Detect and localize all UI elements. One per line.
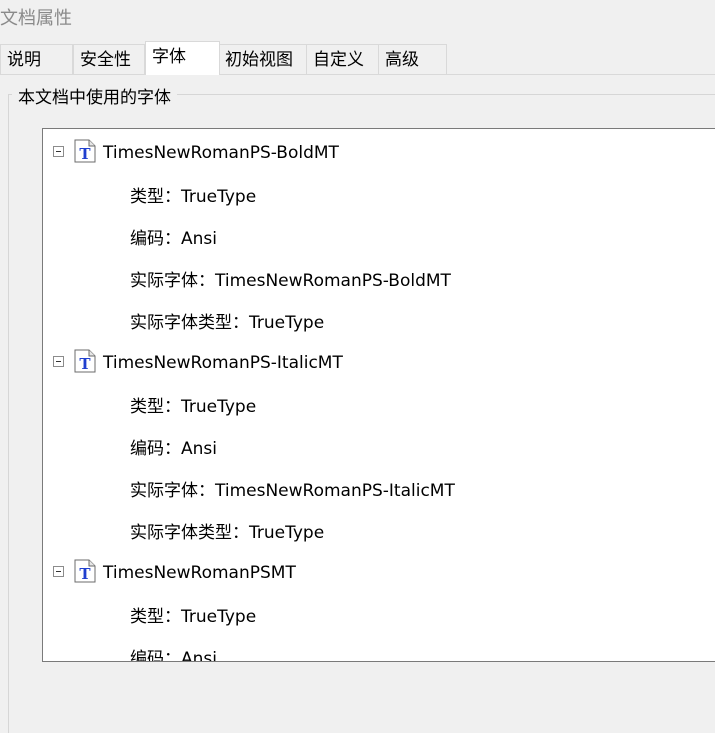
tab-security[interactable]: 安全性 <box>73 44 145 74</box>
tab-strip: 说明 安全性 字体 初始视图 自定义 高级 <box>0 41 715 75</box>
collapse-minus-icon[interactable] <box>53 356 64 367</box>
svg-text:T: T <box>79 565 91 583</box>
collapse-minus-icon[interactable] <box>53 566 64 577</box>
font-type: 类型：TrueType <box>130 397 257 417</box>
font-tree-list[interactable]: T TimesNewRomanPS-BoldMT 类型：TrueType 编码：… <box>42 128 715 662</box>
font-name: TimesNewRomanPS-ItalicMT <box>103 353 343 373</box>
font-node[interactable]: T TimesNewRomanPS-BoldMT <box>43 132 715 174</box>
font-name: TimesNewRomanPS-BoldMT <box>103 143 339 163</box>
font-encoding: 编码：Ansi <box>130 439 217 459</box>
svg-text:T: T <box>79 355 91 373</box>
font-node[interactable]: T TimesNewRomanPS-ItalicMT <box>43 342 715 384</box>
font-encoding: 编码：Ansi <box>130 649 217 662</box>
truetype-font-icon: T <box>74 559 96 583</box>
font-type: 类型：TrueType <box>130 607 257 627</box>
window-title: 文档属性 <box>0 8 72 29</box>
tab-initial-view[interactable]: 初始视图 <box>218 44 307 74</box>
truetype-font-icon: T <box>74 349 96 373</box>
font-type: 类型：TrueType <box>130 187 257 207</box>
truetype-font-icon: T <box>74 139 96 163</box>
collapse-minus-icon[interactable] <box>53 146 64 157</box>
font-encoding: 编码：Ansi <box>130 229 217 249</box>
tab-fonts[interactable]: 字体 <box>145 41 220 75</box>
document-properties-window: 文档属性 说明 安全性 字体 初始视图 自定义 高级 本文档中使用的字体 T T… <box>0 0 715 733</box>
actual-font: 实际字体：TimesNewRomanPS-BoldMT <box>130 271 451 291</box>
tab-advanced[interactable]: 高级 <box>378 44 447 74</box>
fonts-group-label: 本文档中使用的字体 <box>12 83 177 108</box>
tab-custom[interactable]: 自定义 <box>306 44 379 74</box>
actual-font-type: 实际字体类型：TrueType <box>130 313 325 333</box>
svg-text:T: T <box>79 145 91 163</box>
title-bar: 文档属性 <box>0 0 715 36</box>
actual-font: 实际字体：TimesNewRomanPS-ItalicMT <box>130 481 455 501</box>
font-node[interactable]: T TimesNewRomanPSMT <box>43 552 715 594</box>
font-name: TimesNewRomanPSMT <box>103 563 296 583</box>
actual-font-type: 实际字体类型：TrueType <box>130 523 325 543</box>
tab-description[interactable]: 说明 <box>0 44 73 74</box>
